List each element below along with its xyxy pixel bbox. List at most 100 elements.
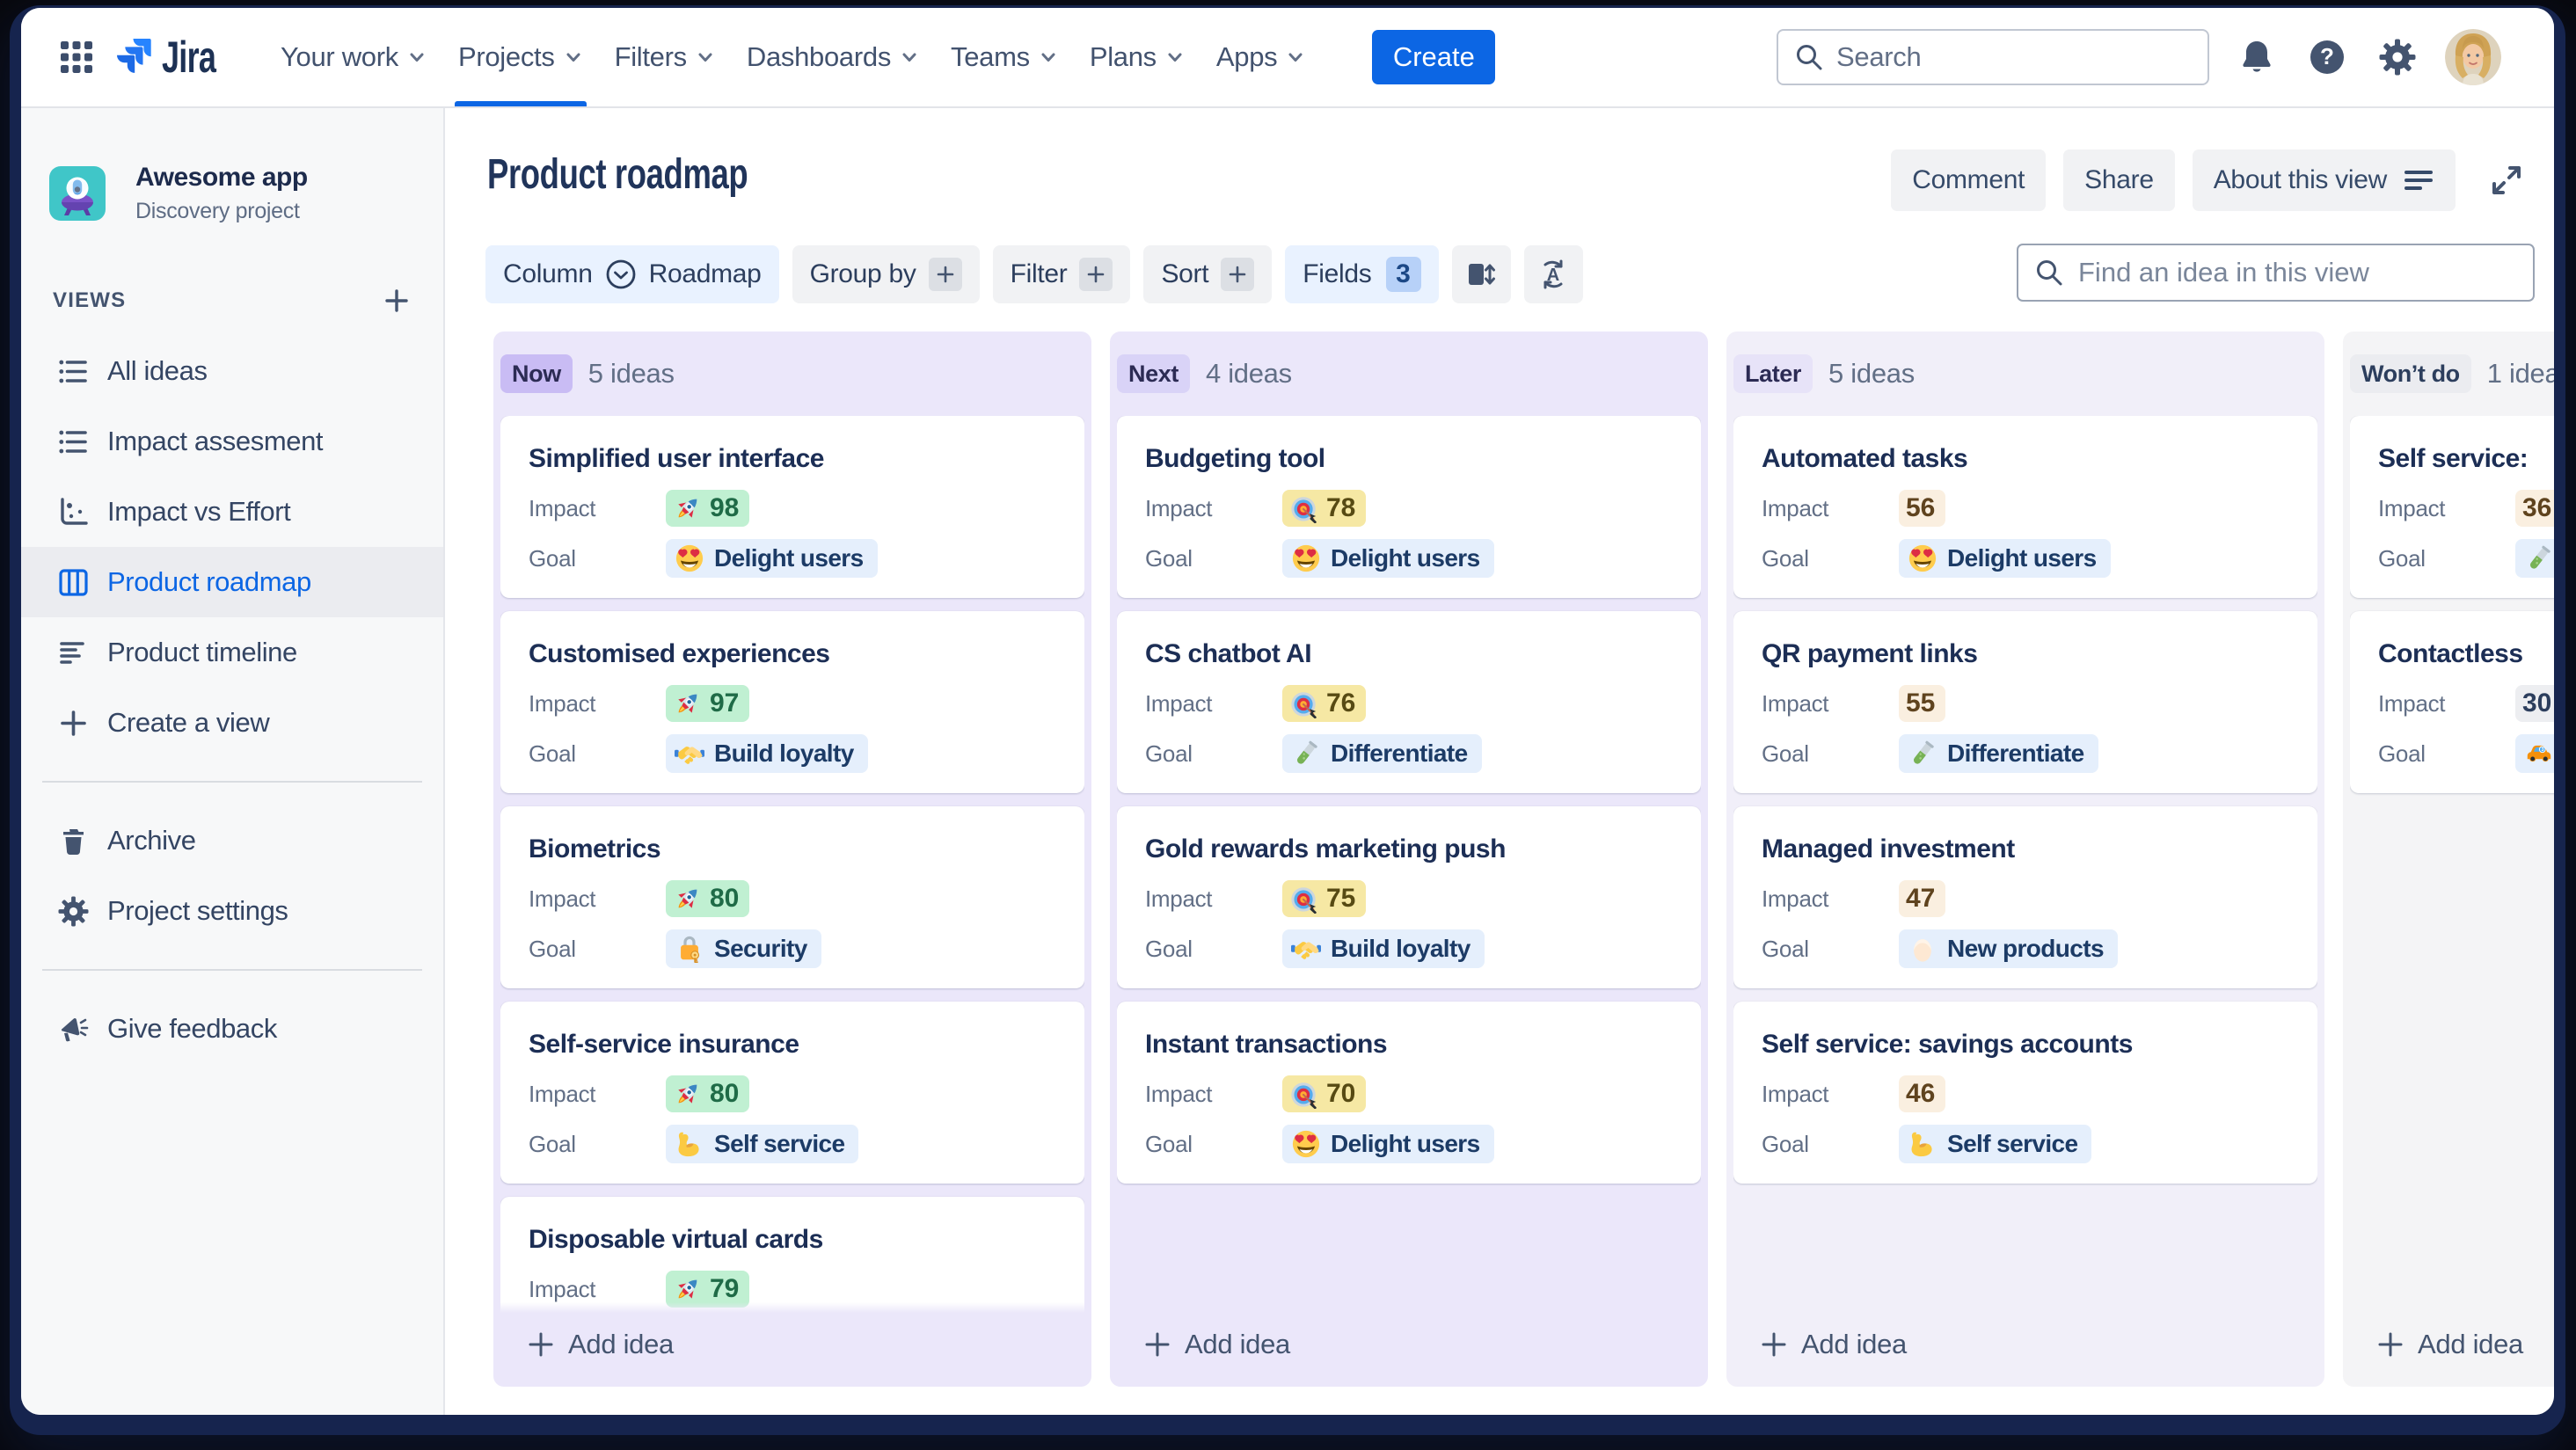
idea-card[interactable]: CS chatbot AI Impact 76 Goal Differentiate (1117, 611, 1701, 793)
add-idea-button[interactable]: Add idea (1117, 1316, 1701, 1373)
dart-emoji-icon (1289, 1079, 1319, 1109)
idea-card[interactable]: Disposable virtual cardsImpact79Goal (500, 1197, 1084, 1313)
idea-card-title: CS chatbot AI (1145, 639, 1312, 668)
column-idea-count: 1 idea (2486, 358, 2554, 389)
sidebar-item-create-a-view[interactable]: Create a view (21, 688, 443, 758)
sidebar-item-label: Impact assesment (107, 426, 324, 456)
fields-chip[interactable]: Fields 3 (1285, 245, 1439, 303)
share-button[interactable]: Share (2063, 149, 2175, 211)
idea-card[interactable]: Instant transactions Impact 70 Goal Delight … (1117, 1002, 1701, 1184)
group-by-chip[interactable]: Group by (792, 245, 980, 303)
goal-chip: Differentiate (1282, 734, 1482, 773)
nav-item-teams[interactable]: Teams (951, 8, 1058, 106)
idea-card[interactable]: Gold rewards marketing push Impact 75 Goal B… (1117, 806, 1701, 988)
goal-chip: Differentiate (1899, 734, 2098, 773)
sort-chip[interactable]: Sort (1143, 245, 1273, 303)
idea-card[interactable]: Self-service insurance Impact 80 Goal Self s… (500, 1002, 1084, 1184)
translate-chip[interactable]: A (1523, 245, 1583, 303)
goal-row: Goal Self service (529, 1125, 1056, 1163)
user-avatar[interactable] (2445, 29, 2501, 85)
fields-count-badge: 3 (1385, 257, 1421, 292)
top-navigation: Jira Your work Projects Filters Dashboards T… (21, 8, 2554, 108)
chevron-down-icon (696, 47, 715, 67)
sidebar-item-product-roadmap[interactable]: Product roadmap (21, 547, 443, 617)
goal-chip: Delight users (1282, 1125, 1494, 1163)
goal-row: Goal Delight users (1145, 539, 1673, 578)
idea-card[interactable]: Self service: Impact 36 Goal (2350, 416, 2554, 598)
sidebar-item-archive[interactable]: Archive (21, 805, 443, 876)
goal-value: New products (1947, 935, 2105, 962)
goal-value: Build loyalty (1331, 935, 1470, 962)
nav-item-your-work[interactable]: Your work (281, 8, 427, 106)
create-button[interactable]: Create (1372, 30, 1496, 84)
notifications-bell-icon[interactable] (2237, 38, 2276, 77)
timeline-icon (58, 638, 89, 668)
heart-eyes-emoji-icon (1908, 543, 1937, 573)
expand-icon[interactable] (2487, 161, 2526, 200)
impact-value-badge: 78 (1282, 490, 1367, 527)
nav-item-filters[interactable]: Filters (615, 8, 715, 106)
idea-card[interactable]: Budgeting tool Impact 78 Goal Delight users (1117, 416, 1701, 598)
add-idea-label: Add idea (1801, 1329, 1907, 1359)
share-button-label: Share (2084, 165, 2154, 194)
egg-emoji-icon (1908, 934, 1937, 964)
comment-button[interactable]: Comment (1891, 149, 2047, 211)
group-by-label: Group by (809, 259, 916, 288)
sidebar-item-impact-vs-effort[interactable]: Impact vs Effort (21, 477, 443, 547)
settings-gear-icon[interactable] (2378, 38, 2417, 77)
idea-card[interactable]: Self service: savings accounts Impact 46 Go… (1733, 1002, 2317, 1184)
column-chip-label: Column (503, 259, 593, 288)
filter-chip[interactable]: Filter (992, 245, 1131, 303)
nav-item-plans[interactable]: Plans (1090, 8, 1185, 106)
nav-item-projects[interactable]: Projects (454, 8, 587, 106)
goal-row: Goal New products (1762, 929, 2289, 968)
add-idea-button[interactable]: Add idea (2350, 1316, 2554, 1373)
board-toolbar: Column Roadmap Group by Filter Sort Fiel… (447, 222, 2554, 310)
row-height-chip[interactable] (1451, 245, 1511, 303)
jira-logo[interactable]: Jira (113, 32, 217, 83)
idea-card[interactable]: Automated tasks Impact 56 Goal Delight users (1733, 416, 2317, 598)
idea-card[interactable]: Simplified user interface Impact 98 Goal Del… (500, 416, 1084, 598)
about-view-button[interactable]: About this view (2192, 149, 2456, 211)
idea-card-title: QR payment links (1762, 639, 1978, 668)
feedback-list: Give feedback (21, 994, 443, 1064)
impact-label: Impact (1762, 885, 1829, 912)
sidebar-item-project-settings[interactable]: Project settings (21, 876, 443, 946)
idea-card-title: Budgeting tool (1145, 444, 1325, 473)
help-icon[interactable]: ? (2308, 38, 2346, 77)
nav-item-dashboards[interactable]: Dashboards (747, 8, 919, 106)
goal-value: Delight users (1947, 544, 2097, 572)
idea-card[interactable]: Biometrics Impact 80 Goal Security (500, 806, 1084, 988)
goal-chip: Security (666, 929, 821, 968)
dart-emoji-icon (1289, 493, 1319, 523)
topnav-right: Search ? (1777, 29, 2501, 85)
column-selector-chip[interactable]: Column Roadmap (485, 245, 779, 303)
sidebar-item-all-ideas[interactable]: All ideas (21, 336, 443, 406)
goal-value: Differentiate (1947, 740, 2084, 767)
plus-icon (58, 708, 89, 739)
idea-card[interactable]: Managed investment Impact 47 Goal New produc… (1733, 806, 2317, 988)
sidebar-item-product-timeline[interactable]: Product timeline (21, 617, 443, 688)
app-switcher-icon[interactable] (60, 40, 93, 74)
nav-item-apps[interactable]: Apps (1216, 8, 1305, 106)
goal-chip: Delight users (666, 539, 878, 578)
global-search-input[interactable]: Search (1777, 29, 2209, 85)
impact-value: 47 (1906, 884, 1936, 913)
add-idea-button[interactable]: Add idea (500, 1316, 1084, 1373)
goal-row: Goal Delight users (1145, 1125, 1673, 1163)
impact-label: Impact (1145, 1080, 1213, 1107)
add-idea-button[interactable]: Add idea (1733, 1316, 2317, 1373)
heart-eyes-emoji-icon (1291, 1129, 1321, 1159)
goal-chip (2515, 539, 2554, 578)
about-view-button-label: About this view (2213, 165, 2388, 194)
sidebar-item-give-feedback[interactable]: Give feedback (21, 994, 443, 1064)
gear-icon (58, 896, 89, 927)
app-window: Jira Your work Projects Filters Dashboards T… (21, 8, 2554, 1415)
add-view-icon[interactable] (382, 286, 412, 316)
idea-card[interactable]: Customised experiences Impact 97 Goal Build … (500, 611, 1084, 793)
sidebar-item-impact-assesment[interactable]: Impact assesment (21, 406, 443, 477)
find-idea-input[interactable]: Find an idea in this view (2017, 244, 2535, 302)
idea-card[interactable]: QR payment links Impact 55 Goal Differentiat… (1733, 611, 2317, 793)
sidebar-item-label: Give feedback (107, 1013, 277, 1044)
idea-card[interactable]: Contactless Impact 30 Goal 3 (2350, 611, 2554, 793)
